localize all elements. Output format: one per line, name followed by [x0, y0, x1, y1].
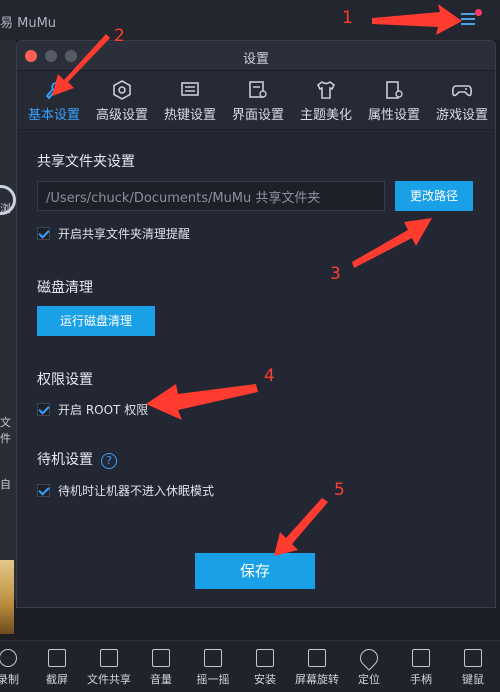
keyboard-icon: [464, 649, 482, 667]
save-button[interactable]: 保存: [195, 553, 315, 589]
cleanup-reminder-checkbox[interactable]: [37, 227, 50, 240]
change-path-button[interactable]: 更改路径: [395, 181, 473, 211]
root-label: 开启 ROOT 权限: [58, 403, 149, 417]
main-titlebar: 易 MuMu: [0, 0, 500, 40]
keymouse-label: 键鼠: [462, 673, 484, 686]
left-label-3: 自: [0, 478, 11, 491]
install-button[interactable]: 安装: [239, 649, 291, 687]
gamepad-icon: [412, 649, 430, 667]
annotation-number-5: 5: [334, 480, 345, 500]
record-icon: [0, 649, 17, 667]
file-share-button[interactable]: 文件共享: [83, 649, 135, 687]
keyboard-icon: [179, 80, 201, 100]
standby-title-text: 待机设置: [37, 452, 93, 468]
volume-label: 音量: [150, 673, 172, 686]
left-label-1: 浏: [0, 202, 11, 215]
gamepad-icon: [451, 80, 473, 100]
record-button[interactable]: 录制: [0, 649, 34, 687]
annotation-number-2: 2: [114, 26, 125, 46]
dialog-titlebar: 设置: [17, 41, 495, 71]
location-label: 定位: [358, 673, 380, 686]
shake-button[interactable]: 摇一摇: [187, 649, 239, 687]
tab-basic[interactable]: 基本设置: [21, 72, 87, 130]
notification-dot: [475, 9, 482, 16]
root-checkbox[interactable]: [37, 403, 50, 416]
no-sleep-checkbox[interactable]: [37, 484, 50, 497]
screenshot-label: 截屏: [46, 673, 68, 686]
permissions-title: 权限设置: [37, 372, 93, 388]
annotation-number-3: 3: [330, 264, 341, 284]
left-label-2: 文件: [0, 416, 11, 445]
crop-icon: [48, 649, 66, 667]
tab-interface[interactable]: 界面设置: [225, 72, 291, 130]
record-label: 录制: [0, 673, 19, 686]
annotation-number-1: 1: [342, 8, 353, 28]
wrench-icon: [43, 80, 65, 100]
tab-properties[interactable]: 属性设置: [361, 72, 427, 130]
tab-hotkeys-label: 热键设置: [163, 108, 216, 123]
shared-folder-path-input[interactable]: [37, 181, 385, 211]
tshirt-icon: [315, 80, 337, 100]
device-gear-icon: [383, 80, 405, 100]
cleanup-reminder-row[interactable]: 开启共享文件夹清理提醒: [37, 225, 190, 242]
hexagon-gear-icon: [111, 80, 133, 100]
keymouse-button[interactable]: 键鼠: [447, 649, 499, 687]
shake-label: 摇一摇: [196, 673, 230, 686]
run-disk-cleanup-button[interactable]: 运行磁盘清理: [37, 306, 155, 336]
location-button[interactable]: 定位: [343, 645, 395, 687]
settings-content: 共享文件夹设置 更改路径 开启共享文件夹清理提醒 磁盘清理 运行磁盘清理 权限设…: [17, 131, 495, 607]
no-sleep-row[interactable]: 待机时让机器不进入休眠模式: [37, 482, 214, 499]
rotate-button[interactable]: 屏幕旋转: [291, 649, 343, 687]
rotate-screen-icon: [308, 649, 326, 667]
tab-basic-label: 基本设置: [27, 108, 80, 123]
cleanup-reminder-label: 开启共享文件夹清理提醒: [58, 227, 191, 241]
folder-icon: [100, 649, 118, 667]
app-title: 易 MuMu: [0, 16, 57, 31]
phone-shake-icon: [204, 649, 222, 667]
game-thumbnail-partial[interactable]: [0, 560, 14, 634]
apk-icon: [256, 649, 274, 667]
settings-tabs: 基本设置 高级设置 热键设置 界面设置 主题美化 属性设置 游戏设置: [17, 72, 495, 130]
tab-theme-label: 主题美化: [299, 108, 352, 123]
menu-icon[interactable]: [461, 13, 477, 27]
speaker-icon: [152, 649, 170, 667]
tab-game[interactable]: 游戏设置: [429, 72, 495, 130]
tab-advanced[interactable]: 高级设置: [89, 72, 155, 130]
tab-game-label: 游戏设置: [435, 108, 488, 123]
tab-hotkeys[interactable]: 热键设置: [157, 72, 223, 130]
volume-button[interactable]: 音量: [135, 649, 187, 687]
tab-theme[interactable]: 主题美化: [293, 72, 359, 130]
file-share-label: 文件共享: [87, 673, 131, 686]
gamepad-label: 手柄: [410, 673, 432, 686]
rotate-label: 屏幕旋转: [295, 673, 339, 686]
no-sleep-label: 待机时让机器不进入休眠模式: [58, 484, 215, 498]
standby-title: 待机设置?: [37, 449, 117, 469]
annotation-number-4: 4: [264, 366, 275, 386]
tab-interface-label: 界面设置: [231, 108, 284, 123]
tab-properties-label: 属性设置: [367, 108, 420, 123]
screenshot-button[interactable]: 截屏: [31, 649, 83, 687]
gamepad-button[interactable]: 手柄: [395, 649, 447, 687]
root-row[interactable]: 开启 ROOT 权限: [37, 401, 148, 418]
help-icon[interactable]: ?: [101, 453, 117, 469]
settings-dialog: 设置 基本设置 高级设置 热键设置 界面设置 主题美化 属性设置 游戏设置 共享…: [16, 40, 496, 608]
main-left-panel: 浏 文件 自: [0, 40, 16, 634]
install-label: 安装: [254, 673, 276, 686]
bottom-toolbar: 录制 截屏 文件共享 音量 摇一摇 安装 屏幕旋转 定位 手柄 键鼠: [0, 640, 500, 692]
dialog-title: 设置: [242, 52, 269, 67]
tab-advanced-label: 高级设置: [95, 108, 148, 123]
disk-cleanup-title: 磁盘清理: [37, 280, 93, 296]
location-pin-icon: [356, 645, 382, 671]
shared-folder-title: 共享文件夹设置: [37, 154, 135, 170]
window-gear-icon: [247, 80, 269, 100]
